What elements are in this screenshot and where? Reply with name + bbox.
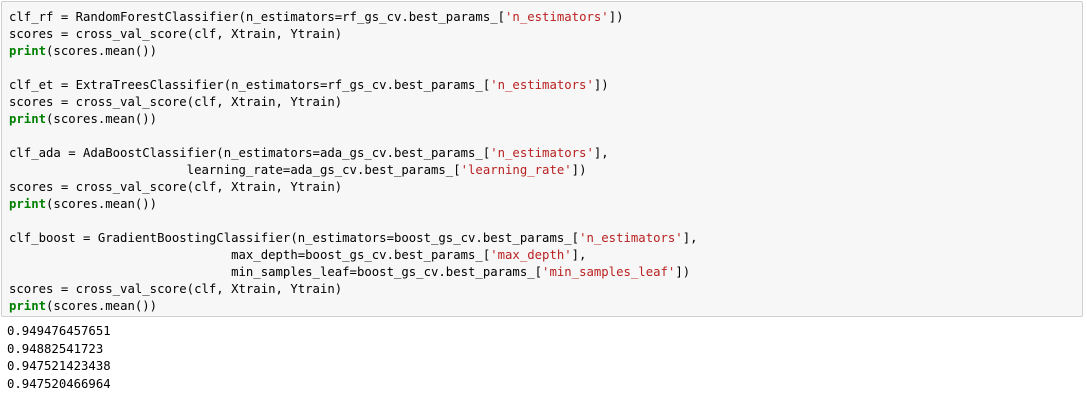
code-line: learning_rate=ada_gs_cv.best_params_['le… [9,163,587,177]
print-keyword: print [9,299,47,313]
code-line: clf_ada = AdaBoostClassifier(n_estimator… [9,146,609,160]
string-literal: 'n_estimators' [505,10,609,24]
output-line: 0.947521423438 [7,359,111,373]
output-line: 0.94882541723 [7,341,104,356]
code-line: clf_boost = GradientBoostingClassifier(n… [9,231,698,245]
code-line: print(scores.mean()) [9,44,158,58]
code-line: scores = cross_val_score(clf, Xtrain, Yt… [9,180,343,194]
code-line: print(scores.mean()) [9,112,158,126]
string-literal: 'n_estimators' [490,146,594,160]
print-keyword: print [9,197,47,211]
code-line: clf_et = ExtraTreesClassifier(n_estimato… [9,78,609,92]
code-line: clf_rf = RandomForestClassifier(n_estima… [9,10,624,24]
code-line: scores = cross_val_score(clf, Xtrain, Yt… [9,282,343,296]
code-line: scores = cross_val_score(clf, Xtrain, Yt… [9,27,343,41]
code-editor[interactable]: clf_rf = RandomForestClassifier(n_estima… [9,9,698,315]
code-line: scores = cross_val_score(clf, Xtrain, Yt… [9,95,343,109]
code-line: min_samples_leaf=boost_gs_cv.best_params… [9,265,691,279]
string-literal: 'n_estimators' [579,231,683,245]
print-keyword: print [9,112,47,126]
code-line: print(scores.mean()) [9,299,158,313]
string-literal: 'n_estimators' [490,78,594,92]
output-line: 0.949476457651 [7,324,111,338]
string-literal: 'learning_rate' [460,163,572,177]
string-literal: 'min_samples_leaf' [542,265,676,279]
string-literal: 'max_depth' [490,248,572,262]
cell-output: 0.949476457651 0.94882541723 0.94752142343… [7,323,111,393]
code-line: print(scores.mean()) [9,197,158,211]
print-keyword: print [9,44,47,58]
code-line: max_depth=boost_gs_cv.best_params_['max_… [9,248,587,262]
output-line: 0.947520466964 [7,376,111,391]
code-input-cell[interactable]: clf_rf = RandomForestClassifier(n_estima… [1,1,1083,317]
